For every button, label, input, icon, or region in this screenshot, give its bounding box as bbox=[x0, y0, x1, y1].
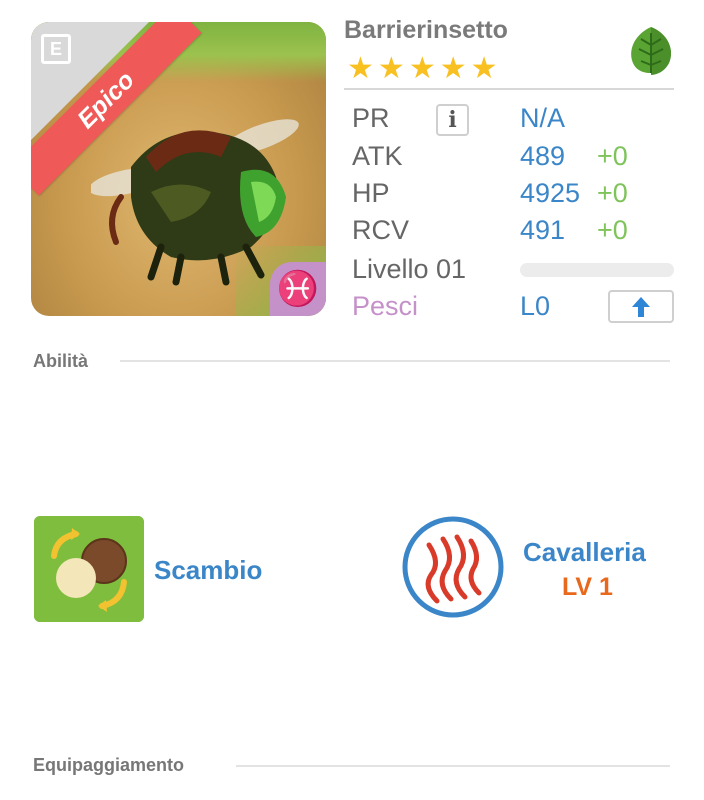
monster-card[interactable]: Epico E ♓ bbox=[31, 22, 326, 316]
level-label: Livello 01 bbox=[352, 254, 467, 284]
monster-name: Barrierinsetto bbox=[344, 16, 508, 44]
abilities-section-title: Abilità bbox=[33, 351, 89, 371]
rcv-bonus: +0 bbox=[597, 215, 628, 245]
star-icon: ★ bbox=[470, 52, 498, 85]
atk-value: 489 bbox=[520, 141, 566, 171]
pr-value: N/A bbox=[520, 103, 566, 133]
header-divider bbox=[344, 88, 674, 90]
level-progress-bar bbox=[520, 263, 674, 277]
hp-bonus: +0 bbox=[597, 178, 628, 208]
claw-icon[interactable] bbox=[401, 515, 505, 619]
equipment-section-title: Equipaggiamento bbox=[33, 755, 185, 775]
hp-label: HP bbox=[352, 178, 390, 208]
star-icon: ★ bbox=[347, 52, 374, 85]
star-icon: ★ bbox=[439, 52, 467, 85]
pr-label: PR bbox=[352, 103, 390, 133]
swap-icon[interactable] bbox=[34, 516, 144, 622]
star-rating: ★ ★ ★ ★ ★ bbox=[347, 54, 498, 84]
hp-value: 4925 bbox=[520, 178, 581, 208]
info-button[interactable]: i bbox=[436, 104, 469, 136]
zodiac-level-value: L0 bbox=[520, 291, 551, 321]
book-icon[interactable]: E bbox=[41, 34, 71, 64]
zodiac-label: Pesci bbox=[352, 291, 419, 321]
star-icon: ★ bbox=[377, 52, 405, 85]
ability-level-cavalleria: LV 1 bbox=[562, 573, 613, 601]
atk-label: ATK bbox=[352, 141, 403, 171]
ability-name-cavalleria[interactable]: Cavalleria bbox=[523, 537, 646, 568]
ability-name-scambio[interactable]: Scambio bbox=[154, 555, 262, 586]
leaf-icon bbox=[631, 27, 671, 75]
pisces-icon: ♓ bbox=[270, 262, 326, 316]
atk-bonus: +0 bbox=[597, 141, 628, 171]
rcv-value: 491 bbox=[520, 215, 566, 245]
abilities-divider bbox=[120, 360, 670, 362]
equipment-divider bbox=[236, 765, 670, 767]
upgrade-button[interactable] bbox=[608, 290, 674, 323]
arrow-up-icon bbox=[632, 296, 650, 317]
rcv-label: RCV bbox=[352, 215, 410, 245]
star-icon: ★ bbox=[408, 52, 436, 85]
